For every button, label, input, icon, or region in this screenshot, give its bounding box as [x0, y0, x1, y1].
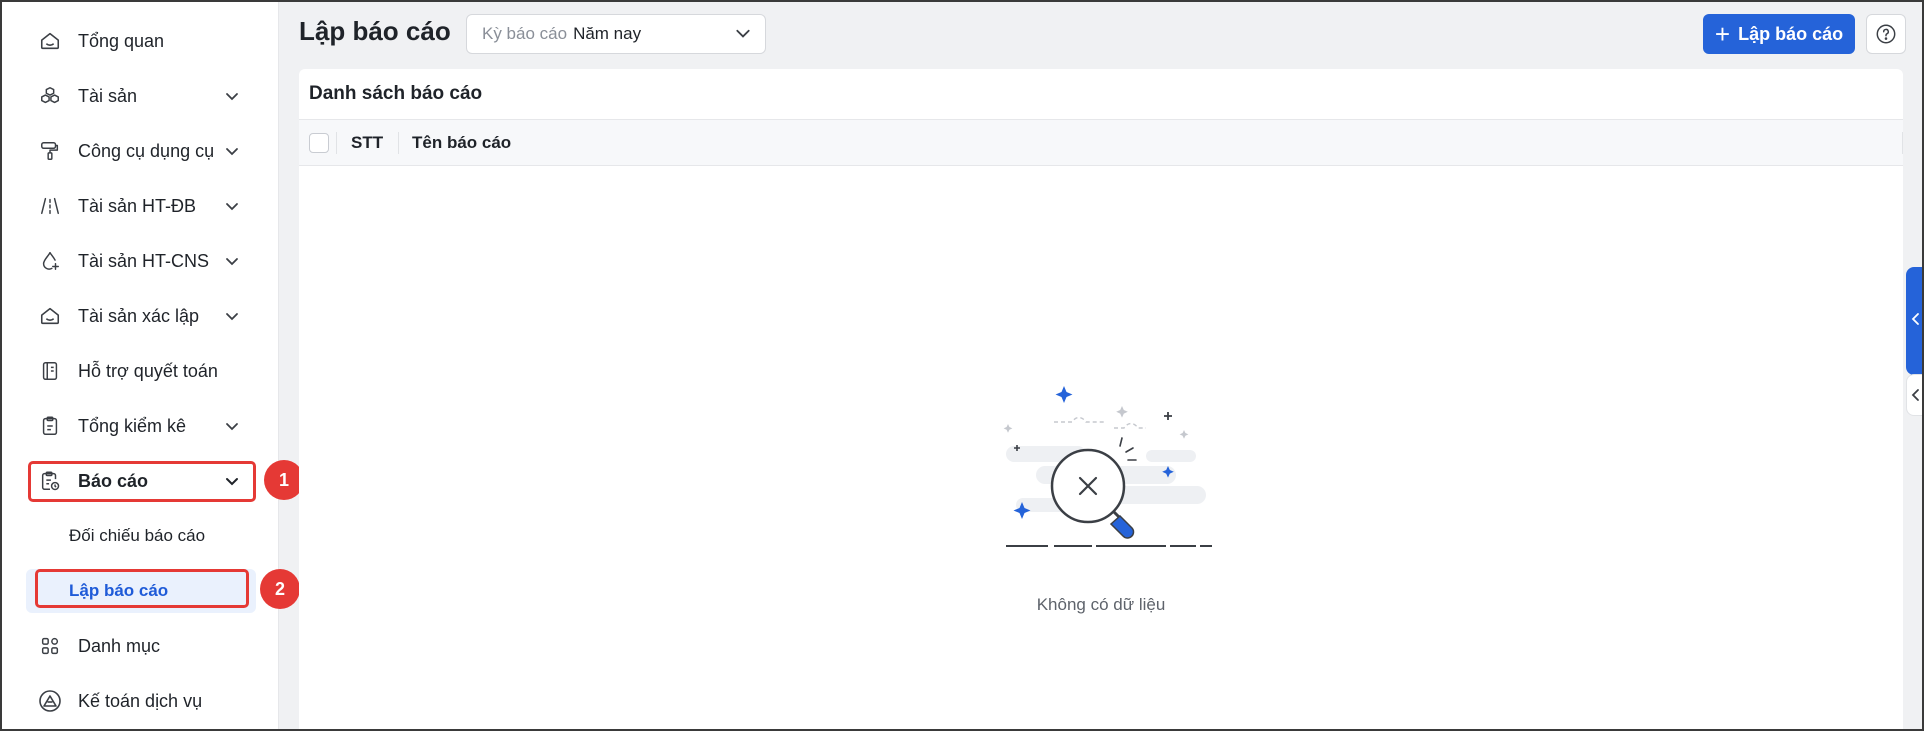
highlight-box-reports [28, 461, 256, 502]
chevron-down-icon[interactable] [222, 251, 242, 271]
chevron-down-icon[interactable] [222, 86, 242, 106]
create-report-button-label: Lập báo cáo [1738, 23, 1844, 44]
sidebar-item-label: Tổng quan [78, 30, 165, 51]
no-data-magnifier-icon [1003, 386, 1212, 547]
help-button[interactable] [1866, 14, 1906, 54]
chevron-left-icon [1911, 313, 1919, 325]
chevron-down-icon[interactable] [222, 416, 242, 436]
sidebar-item-overview[interactable]: Tổng quan [30, 18, 254, 64]
plus-icon: + [1714, 19, 1731, 49]
sidebar-item-label: Tổng kiểm kê [78, 415, 187, 436]
sidebar-subitem-report-reconciliation[interactable]: Đối chiếu báo cáo [26, 514, 256, 558]
chevron-left-icon [1911, 389, 1919, 401]
chevron-down-icon [735, 25, 751, 46]
inbox-icon [38, 304, 62, 328]
help-icon [1876, 24, 1896, 44]
highlight-box-create-report [35, 569, 249, 608]
home-icon [38, 29, 62, 53]
sidebar-item-accounting-service[interactable]: Kế toán dịch vụ [30, 678, 254, 724]
sidebar-item-water-assets[interactable]: Tài sản HT-CNS [30, 238, 254, 284]
period-select-label: Kỳ báo cáo [482, 24, 568, 43]
sidebar-item-assets[interactable]: Tài sản [30, 73, 254, 119]
sidebar-item-label: Tài sản xác lập [78, 305, 200, 326]
sidebar-item-road-assets[interactable]: Tài sản HT-ĐB [30, 183, 254, 229]
sidebar-item-label: Tài sản HT-ĐB [78, 195, 197, 216]
column-divider [398, 132, 399, 154]
sidebar-item-label: Hỗ trợ quyết toán [78, 360, 218, 381]
column-header-stt[interactable]: STT [351, 133, 383, 153]
step-badge-2: 2 [260, 569, 300, 609]
empty-state-text: Không có dữ liệu [1036, 595, 1166, 614]
sidebar-item-label: Tài sản HT-CNS [78, 250, 210, 271]
column-divider [336, 132, 337, 154]
create-report-button[interactable]: + Lập báo cáo [1703, 14, 1855, 54]
cubes-icon [38, 84, 62, 108]
clipboard-icon [38, 414, 62, 438]
sidebar-item-established-assets[interactable]: Tài sản xác lập [30, 293, 254, 339]
empty-state-illustration [996, 386, 1216, 566]
accounting-service-icon [38, 689, 62, 713]
sidebar-item-settlement-support[interactable]: Hỗ trợ quyết toán [30, 348, 254, 394]
road-icon [38, 194, 62, 218]
table-header: STT Tên báo cáo [299, 119, 1903, 166]
side-panel-toggle[interactable] [1906, 267, 1922, 375]
sidebar-item-tools[interactable]: Công cụ dụng cụ [30, 128, 254, 174]
column-divider [1902, 132, 1903, 154]
sidebar: Tổng quan Tài sản Công cụ dụng cụ Tài sả… [2, 2, 279, 729]
column-header-report-name[interactable]: Tên báo cáo [412, 133, 511, 153]
side-panel-collapse[interactable] [1906, 374, 1922, 416]
step-badge-1: 1 [264, 460, 304, 500]
paint-roller-icon [38, 139, 62, 163]
sidebar-item-label: Kế toán dịch vụ [78, 690, 203, 711]
notebook-icon [38, 359, 62, 383]
report-period-select[interactable]: Kỳ báo cáo Năm nay [466, 14, 766, 54]
card-title: Danh sách báo cáo [309, 83, 483, 104]
sidebar-item-inventory[interactable]: Tổng kiểm kê [30, 403, 254, 449]
page-title: Lập báo cáo [299, 16, 451, 46]
app-window: Tổng quan Tài sản Công cụ dụng cụ Tài sả… [0, 0, 1924, 731]
chevron-down-icon[interactable] [222, 196, 242, 216]
chevron-down-icon[interactable] [222, 306, 242, 326]
grid-icon [38, 634, 62, 658]
chevron-down-icon[interactable] [222, 141, 242, 161]
report-list-card: Danh sách báo cáo STT Tên báo cáo Không … [299, 69, 1903, 729]
period-select-value: Năm nay [573, 24, 642, 43]
sidebar-item-label: Danh mục [78, 635, 161, 656]
sidebar-item-label: Công cụ dụng cụ [78, 140, 215, 161]
sidebar-item-catalog[interactable]: Danh mục [30, 623, 254, 669]
water-drop-icon [38, 249, 62, 273]
select-all-checkbox[interactable] [309, 133, 329, 153]
sidebar-item-label: Tài sản [78, 85, 138, 106]
